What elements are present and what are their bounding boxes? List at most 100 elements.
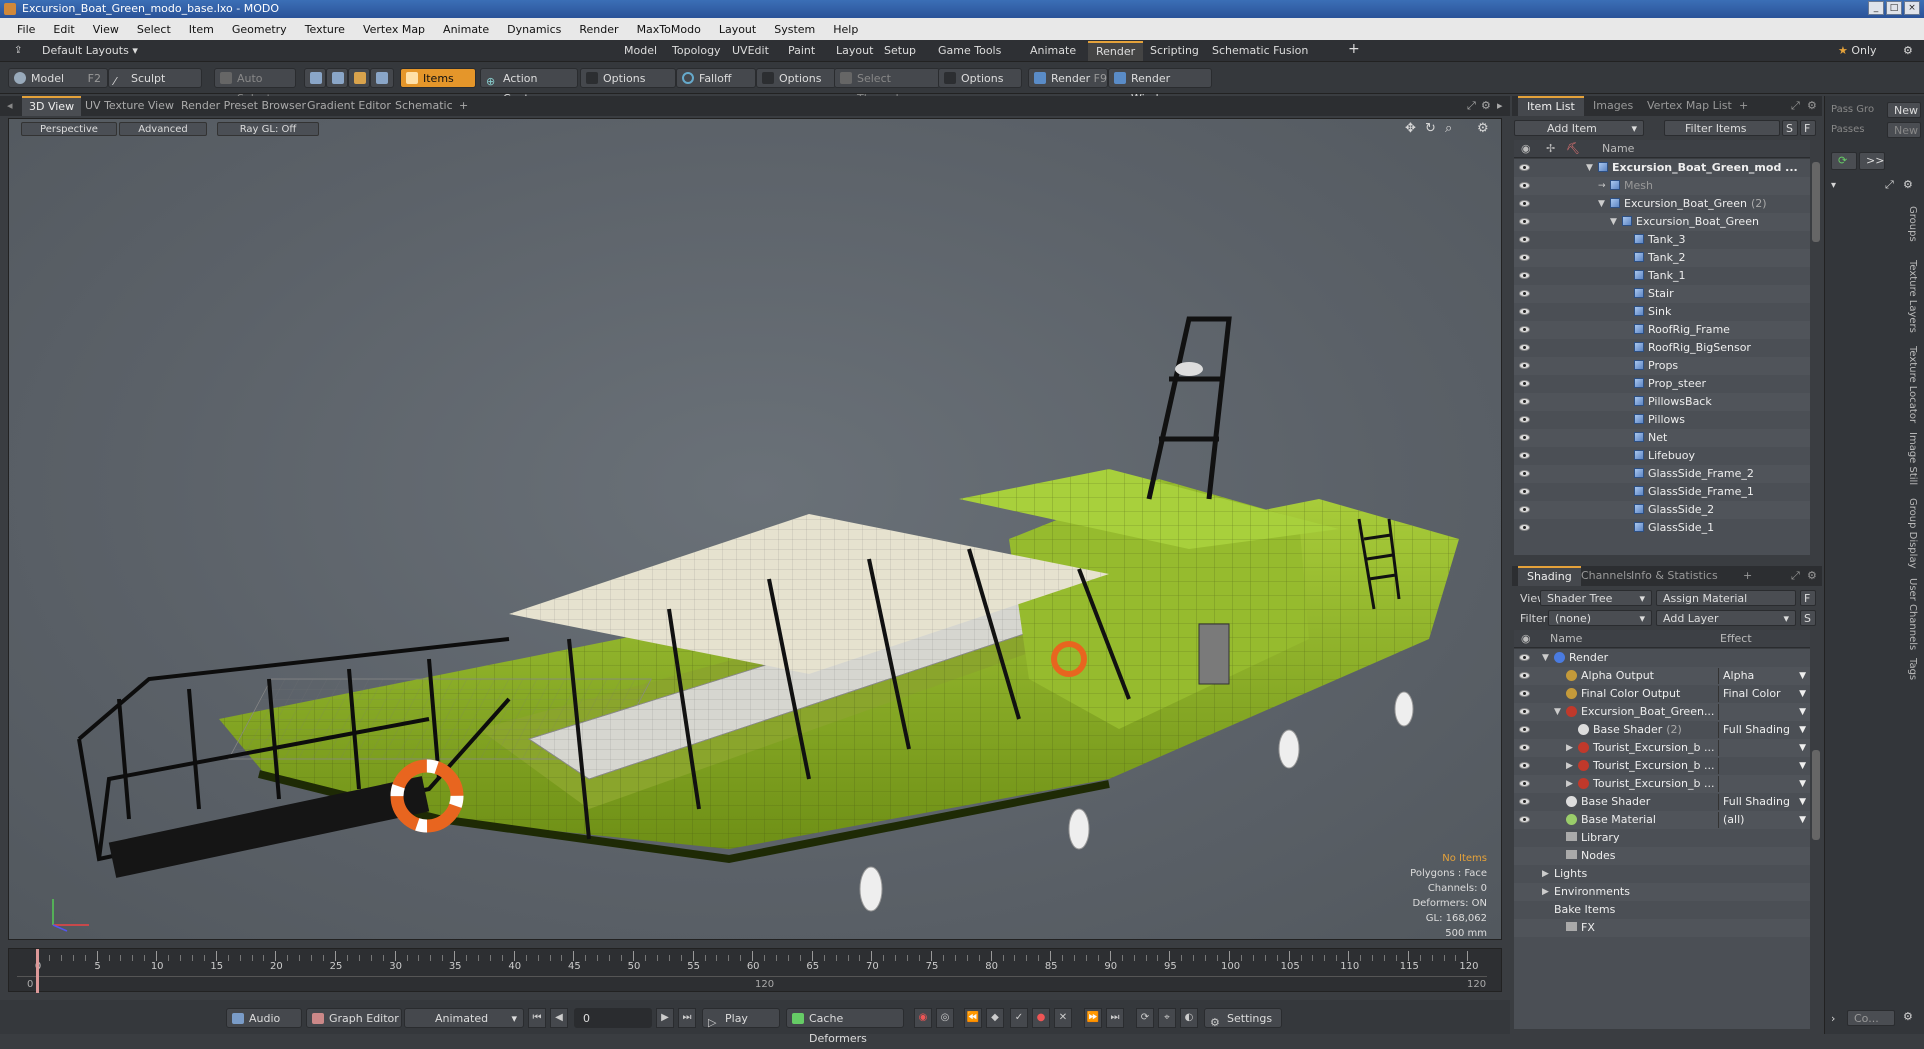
go-to-start-icon[interactable]: ⏮ [528,1008,546,1028]
layout-tab-layout[interactable]: Layout [828,43,881,59]
effect-dropdown[interactable]: Alpha ▼ [1718,668,1808,684]
menu-item[interactable]: Item [180,23,223,36]
view-dropdown[interactable]: Shader Tree ▾ [1540,590,1652,606]
panel-menu-icon[interactable]: ▾ [1831,180,1836,191]
co-button[interactable]: Co... [1847,1010,1895,1026]
default-layouts-dropdown[interactable]: Default Layouts ▾ [34,43,146,59]
shader-tree-row[interactable]: Alpha Output Alpha ▼ [1514,667,1810,685]
refresh-icon[interactable]: ⟳ [1831,152,1857,170]
visibility-eye-icon[interactable] [1519,524,1530,531]
shader-visibility-eye-icon[interactable] [1519,780,1530,787]
add-layout-icon[interactable]: + [1340,41,1368,57]
viewport-tab-schematic[interactable]: Schematic [388,98,460,114]
layout-tab-uvedit[interactable]: UVEdit [724,43,777,59]
ghost-icon[interactable]: ◐ [1180,1008,1198,1028]
menu-render[interactable]: Render [570,23,627,36]
item-list-row[interactable]: Tank_2 [1514,249,1810,267]
loop-icon[interactable]: ⟳ [1136,1008,1154,1028]
shader-tree-scrollbar[interactable] [1811,630,1821,1028]
tab-vertex-map-list[interactable]: Vertex Map List [1638,96,1741,116]
shader-tree-row[interactable]: ▶ Environments [1514,883,1810,901]
item-list-row[interactable]: Sink [1514,303,1810,321]
item-list-row[interactable]: Tank_3 [1514,231,1810,249]
current-frame-input[interactable]: 0 [574,1008,652,1028]
expand-triangle-icon[interactable]: ▶ [1542,865,1549,883]
item-list-row[interactable]: RoofRig_BigSensor [1514,339,1810,357]
vertices-select-button[interactable] [304,68,326,88]
render-window-button[interactable]: Render Window [1108,68,1212,105]
step-forward-icon[interactable]: ▶ [656,1008,674,1028]
expand-triangle-icon[interactable]: ▼ [1542,649,1549,667]
menu-select[interactable]: Select [128,23,180,36]
item-list-row[interactable]: Tank_1 [1514,267,1810,285]
effect-dropdown[interactable]: Full Shading ▼ [1718,722,1808,738]
visibility-eye-icon[interactable] [1519,200,1530,207]
menu-vertex-map[interactable]: Vertex Map [354,23,434,36]
select-through-button[interactable]: Select Through [834,68,940,105]
expand-triangle-icon[interactable]: ▼ [1554,703,1561,721]
delete-key-icon[interactable]: ✕ [1054,1008,1072,1028]
effect-dropdown[interactable]: Full Shading ▼ [1718,794,1808,810]
materials-select-button[interactable] [370,68,394,88]
expand-triangle-icon[interactable]: ▶ [1566,757,1573,775]
minimize-button[interactable]: _ [1868,1,1884,15]
effect-dropdown[interactable]: (all) ▼ [1718,812,1808,828]
prev-key-icon[interactable]: ⏪ [964,1008,982,1028]
shader-tree-row[interactable]: Final Color Output Final Color ▼ [1514,685,1810,703]
item-list-row[interactable]: ▼ Excursion_Boat_Green (2) [1514,195,1810,213]
far-right-settings-gear-icon[interactable]: ⚙ [1903,1010,1913,1023]
shader-tree-row[interactable]: FX [1514,919,1810,937]
viewport-tab-gradient-editor[interactable]: Gradient Editor [300,98,398,114]
tab-images[interactable]: Images [1584,96,1642,116]
item-list-row[interactable]: Prop_steer [1514,375,1810,393]
step-back-icon[interactable]: ◀ [550,1008,568,1028]
viewport-tab-render-preset-browser[interactable]: Render Preset Browser [174,98,313,114]
shader-visibility-eye-icon[interactable] [1519,816,1530,823]
shader-tree-row[interactable]: ▶ Tourist_Excursion_b ... ▼ [1514,739,1810,757]
side-tab-group-display[interactable]: Group Display [1907,498,1918,568]
visibility-eye-icon[interactable] [1519,236,1530,243]
animated-dropdown[interactable]: Animated ▾ [404,1008,524,1028]
add-shading-tab-icon[interactable]: + [1734,566,1761,586]
menu-texture[interactable]: Texture [296,23,354,36]
maximize-button[interactable]: □ [1886,1,1902,15]
timeline[interactable]: 0 5 10 15 20 25 30 35 40 45 50 55 60 65 70 75 80 85 90 95 10… [8,948,1502,993]
side-tab-user-channels[interactable]: User Channels [1907,578,1918,650]
shading-gear-icon[interactable]: ⚙ [1798,566,1826,586]
menu-view[interactable]: View [84,23,128,36]
item-list-row[interactable]: Lifebuoy [1514,447,1810,465]
far-right-maximize-icon[interactable]: ⤢ [1885,178,1894,192]
go-to-end-icon[interactable]: ⏭ [678,1008,696,1028]
expand-triangle-icon[interactable]: ▼ [1610,213,1617,231]
layout-tab-game-tools[interactable]: Game Tools [930,43,1009,59]
add-item-list-tab-icon[interactable]: + [1730,96,1757,116]
layout-tab-topology[interactable]: Topology [664,43,729,59]
item-list-gear-icon[interactable]: ⚙ [1798,96,1826,116]
shader-tree-row[interactable]: Bake Items [1514,901,1810,919]
shader-visibility-eye-icon[interactable] [1519,744,1530,751]
add-item-dropdown[interactable]: Add Item ▾ [1514,120,1644,136]
shader-visibility-eye-icon[interactable] [1519,690,1530,697]
item-list-row[interactable]: ▼ Excursion_Boat_Green_mod ... [1514,159,1810,177]
visibility-eye-icon[interactable] [1519,290,1530,297]
side-tab-groups[interactable]: Groups [1907,206,1918,242]
item-list-scrollbar[interactable] [1811,140,1821,556]
expand-triangle-icon[interactable]: ▶ [1566,775,1573,793]
item-list-row[interactable]: Stair [1514,285,1810,303]
visibility-eye-icon[interactable] [1519,164,1530,171]
menu-geometry[interactable]: Geometry [223,23,296,36]
item-list-row[interactable]: GlassSide_1 [1514,519,1810,537]
edges-select-button[interactable] [326,68,348,88]
shader-tree-row[interactable]: Nodes [1514,847,1810,865]
action-center-button[interactable]: ⊕Action Center [480,68,578,105]
falloff-options-button[interactable]: Options [756,68,836,88]
visibility-eye-icon[interactable] [1519,488,1530,495]
excursion-boat-model[interactable] [9,119,1502,940]
add-layer-dropdown[interactable]: Add Layer ▾ [1656,610,1796,626]
effect-dropdown[interactable]: ▼ [1718,704,1808,720]
last-key-icon[interactable]: ⏭ [1106,1008,1124,1028]
shader-tree-row[interactable]: Base Shader (2) Full Shading ▼ [1514,721,1810,739]
shader-tree-row[interactable]: ▼ Excursion_Boat_Green... ▼ [1514,703,1810,721]
side-tab-image-still[interactable]: Image Still [1907,432,1918,485]
side-tab-texture-layers[interactable]: Texture Layers [1907,260,1918,333]
